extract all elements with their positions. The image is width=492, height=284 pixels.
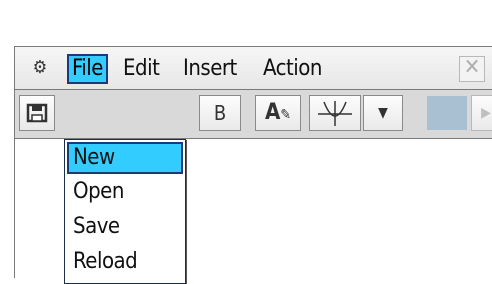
triangle-down-icon: ▼ <box>378 105 388 121</box>
app-window: ⚙ File Edit Insert Action ✕ B A✎ ▼ ▶ New… <box>0 46 492 284</box>
menu-file[interactable]: File <box>67 54 108 84</box>
gear-icon[interactable]: ⚙ <box>31 59 49 77</box>
save-button[interactable] <box>19 95 55 131</box>
file-menu-reload[interactable]: Reload <box>67 246 183 278</box>
triangle-right-icon: ▶ <box>481 105 491 121</box>
file-menu-save[interactable]: Save <box>67 211 183 243</box>
menu-bar: ⚙ File Edit Insert Action ✕ <box>14 46 492 90</box>
pencil-icon: ✎ <box>280 107 291 123</box>
text-style-label: A <box>265 100 281 125</box>
file-menu-new[interactable]: New <box>67 142 183 174</box>
file-menu-open[interactable]: Open <box>67 176 183 208</box>
toolbar-dropdown-button[interactable]: ▼ <box>363 95 403 131</box>
next-button[interactable]: ▶ <box>471 95 492 131</box>
graph-icon <box>318 101 352 126</box>
bold-label: B <box>213 101 227 125</box>
file-menu-dropdown: New Open Save Reload <box>64 139 186 284</box>
toolbar: B A✎ ▼ ▶ <box>14 90 492 138</box>
menu-action[interactable]: Action <box>263 54 322 84</box>
text-style-button[interactable]: A✎ <box>255 95 301 131</box>
floppy-disk-icon <box>26 103 48 123</box>
toolbar-accent-block <box>427 96 467 130</box>
menu-insert[interactable]: Insert <box>183 54 237 84</box>
close-icon[interactable]: ✕ <box>459 56 485 82</box>
menu-edit[interactable]: Edit <box>123 54 160 84</box>
graph-button[interactable] <box>309 95 361 131</box>
bold-button[interactable]: B <box>199 95 241 131</box>
